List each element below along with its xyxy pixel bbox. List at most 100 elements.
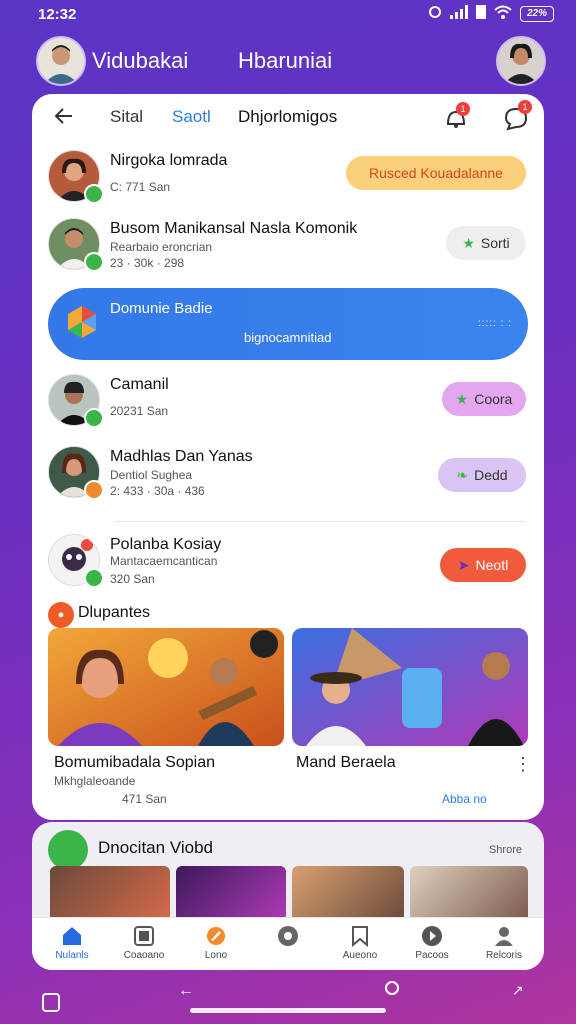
arrow-icon: ➤ [457,556,470,573]
tab-label: Pacoos [415,950,449,961]
section-title: Dlupantes [78,604,151,621]
alarm-icon [428,5,442,23]
user-avatar[interactable] [36,36,86,86]
top-nav: Sital Saotl Dhjorlomigos 1 1 [32,94,544,140]
status-icons: 22% [428,5,554,23]
see-more-link[interactable]: Shrore [489,844,522,856]
grid-icon [134,926,154,946]
leaf-icon: ❧ [456,466,469,483]
home-indicator[interactable] [190,1008,386,1013]
main-card: Sital Saotl Dhjorlomigos 1 1 Nirgoka lom… [32,94,544,820]
coora-label: Coora [474,391,513,407]
item-meta: 320 San [110,572,155,586]
video-thumbnail[interactable] [292,866,404,922]
item-meta: 20231 San [110,404,169,418]
star-icon: ★ [455,390,469,407]
recent-apps-icon[interactable] [42,990,60,1017]
play-icon [422,926,442,946]
item-meta: 23 · 30k · 298 [110,256,185,270]
header-title: Hbaruniai [238,48,333,73]
list-item[interactable]: Polanba Kosiay Mantacaemcantican 320 San… [32,528,544,594]
online-status-icon [84,568,104,588]
coora-button[interactable]: ★ Coora [442,382,526,416]
dedd-button[interactable]: ❧ Dedd [438,458,526,492]
chat-badge: 1 [518,100,532,114]
neotl-button[interactable]: ➤ Neotl [440,548,526,582]
status-bar: 12:32 22% [0,0,576,30]
tab-lono[interactable]: Lono [186,924,246,961]
item-title: Nirgoka lomrada [110,152,228,169]
back-arrow-icon[interactable] [52,104,76,135]
banner-title: Domunie Badie [110,300,213,317]
video-title: Mand Beraela [296,754,396,771]
tab-aueono[interactable]: Aueono [330,924,390,961]
list-item[interactable]: Busom Manikansal Nasla Komonik Rearbaio … [32,212,544,278]
battery-icon: 22% [520,6,554,22]
star-icon: ★ [462,234,475,251]
home-icon [63,927,81,945]
banner-dots: ::::: : : [477,318,512,329]
tab-label: Aueono [342,950,378,961]
tab-pacoos[interactable]: Pacoos [402,924,462,961]
item-subtitle: Rearbaio eroncrian [110,240,213,254]
edit-icon [207,927,225,945]
app-logo-icon [62,302,102,347]
video-thumbnail[interactable] [50,866,170,922]
status-time: 12:32 [38,6,77,23]
online-status-icon [84,184,104,204]
tab-home[interactable]: Nulanls [42,924,102,961]
video-thumbnail[interactable] [48,628,284,746]
bookmark-icon [352,926,368,948]
item-meta: 2: 433 · 30a · 436 [110,484,205,498]
profile-avatar[interactable] [496,36,546,86]
chat-icon[interactable]: 1 [502,100,532,137]
video-meta: Abba no [442,792,487,806]
video-title: Bomumibadala Sopian [54,754,215,771]
tab-saotl[interactable]: Saotl [172,107,211,127]
video-thumbnail[interactable] [410,866,528,922]
circle-icon [278,926,298,946]
tab-content[interactable]: Coaoano [114,924,174,961]
list-item[interactable]: Nirgoka lomrada C: 771 San Rusced Kouada… [32,144,544,210]
section-title: Dnocitan Viobd [98,838,213,857]
tab-sital[interactable]: Sital [110,107,143,127]
system-nav-bar: ← ↗ [0,978,576,1024]
rotate-icon[interactable]: ↗ [512,982,524,999]
notification-icon[interactable]: 1 [442,102,470,137]
notification-badge: 1 [456,102,470,116]
tab-label: Lono [204,950,228,961]
signal-icon [450,5,468,23]
bottom-tab-bar: Nulanls Coaoano Lono Aueono Pacoos Relco… [32,918,544,970]
section-icon [48,830,88,870]
status-icon [84,480,104,500]
item-title: Madhlas Dan Yanas [110,448,253,465]
promo-banner[interactable]: Domunie Badie bignocamnitiad ::::: : : [48,288,528,360]
item-title: Camanil [110,376,169,393]
item-meta: C: 771 San [110,180,171,194]
banner-subtitle: bignocamnitiad [244,330,332,345]
tab-center[interactable] [258,924,318,950]
list-item[interactable]: Madhlas Dan Yanas Dentiol Sughea 2: 433 … [32,440,544,506]
online-status-icon [84,408,104,428]
video-meta: 471 San [122,792,167,806]
item-title: Busom Manikansal Nasla Komonik [110,220,358,237]
more-options-icon[interactable]: ⋮ [514,754,532,775]
item-title: Polanba Kosiay [110,536,222,553]
back-icon[interactable]: ← [178,982,194,1000]
item-subtitle: Dentiol Sughea [110,468,193,482]
tab-dhjorlomigos[interactable]: Dhjorlomigos [238,107,337,127]
video-subtitle: Mkhglaleoande [54,774,136,788]
list-item[interactable]: Camanil 20231 San ★ Coora [32,368,544,434]
divider [114,521,526,522]
video-thumbnail[interactable] [292,628,528,746]
tab-label: Coaoano [123,950,165,961]
user-name: Vidubakai [92,48,189,73]
video-thumbnail[interactable] [176,866,286,922]
sim-icon [476,5,486,23]
section-icon: ● [48,602,74,628]
home-button-icon[interactable] [384,980,400,1001]
sorti-button[interactable]: ★ Sorti [446,226,526,260]
tab-relcoris[interactable]: Relcoris [474,924,534,961]
item-subtitle: Mantacaemcantican [110,554,218,568]
rusced-button[interactable]: Rusced Kouadalanne [346,156,526,190]
